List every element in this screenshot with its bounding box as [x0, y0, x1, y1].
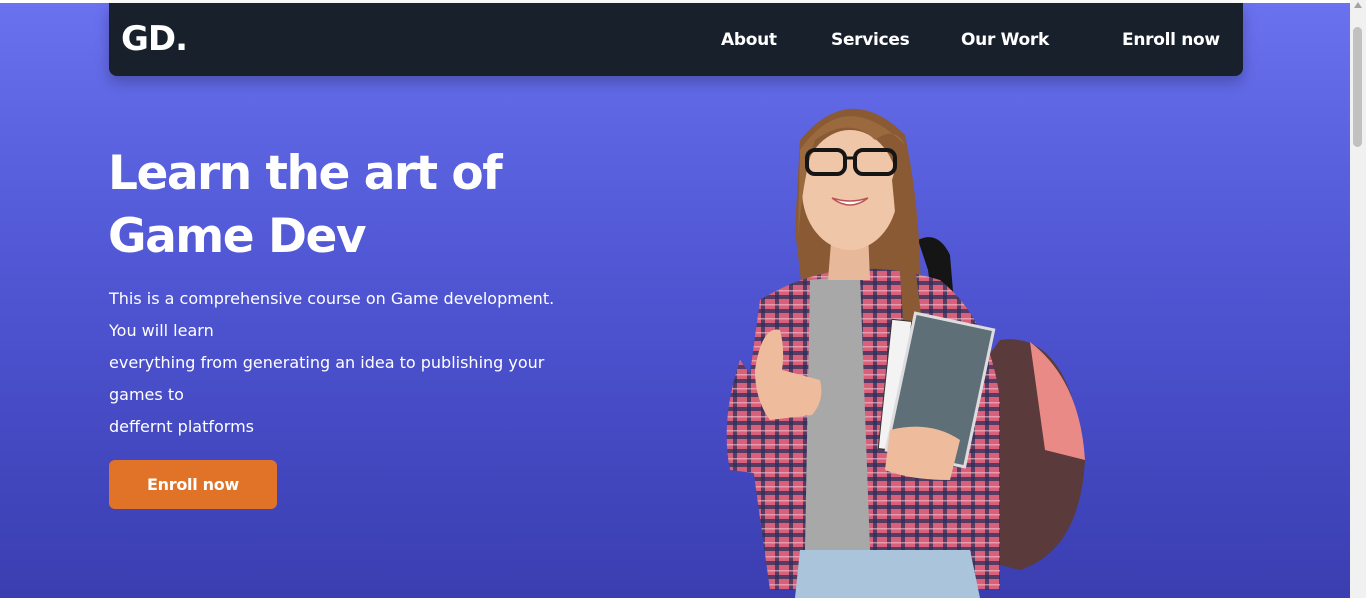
description-line: This is a comprehensive course on Game d…: [109, 289, 555, 308]
page-scrollbar[interactable]: [1350, 0, 1366, 598]
nav-link-services[interactable]: Services: [831, 30, 910, 50]
description-line: games to: [109, 385, 184, 404]
logo[interactable]: GD.: [121, 19, 188, 59]
description-line: You will learn: [109, 321, 214, 340]
description-line: deffernt platforms: [109, 417, 254, 436]
nav-link-about[interactable]: About: [721, 30, 777, 50]
scrollbar-thumb[interactable]: [1353, 27, 1362, 147]
description-line: everything from generating an idea to pu…: [109, 353, 545, 372]
headline-line-2: Game Dev: [108, 209, 367, 264]
hero-description: This is a comprehensive course on Game d…: [109, 285, 579, 445]
nav-link-enroll-now[interactable]: Enroll now: [1122, 30, 1220, 50]
student-photo: [726, 108, 1085, 598]
enroll-now-button[interactable]: Enroll now: [109, 460, 277, 509]
scroll-up-arrow-icon[interactable]: [1354, 2, 1362, 8]
hero-section: GD. About Services Our Work Enroll now L…: [0, 0, 1350, 598]
hero-headline: Learn the art of Game Dev: [108, 142, 628, 268]
nav-link-our-work[interactable]: Our Work: [961, 30, 1049, 50]
headline-line-1: Learn the art of: [108, 146, 503, 201]
navbar: GD. About Services Our Work Enroll now: [109, 3, 1243, 76]
